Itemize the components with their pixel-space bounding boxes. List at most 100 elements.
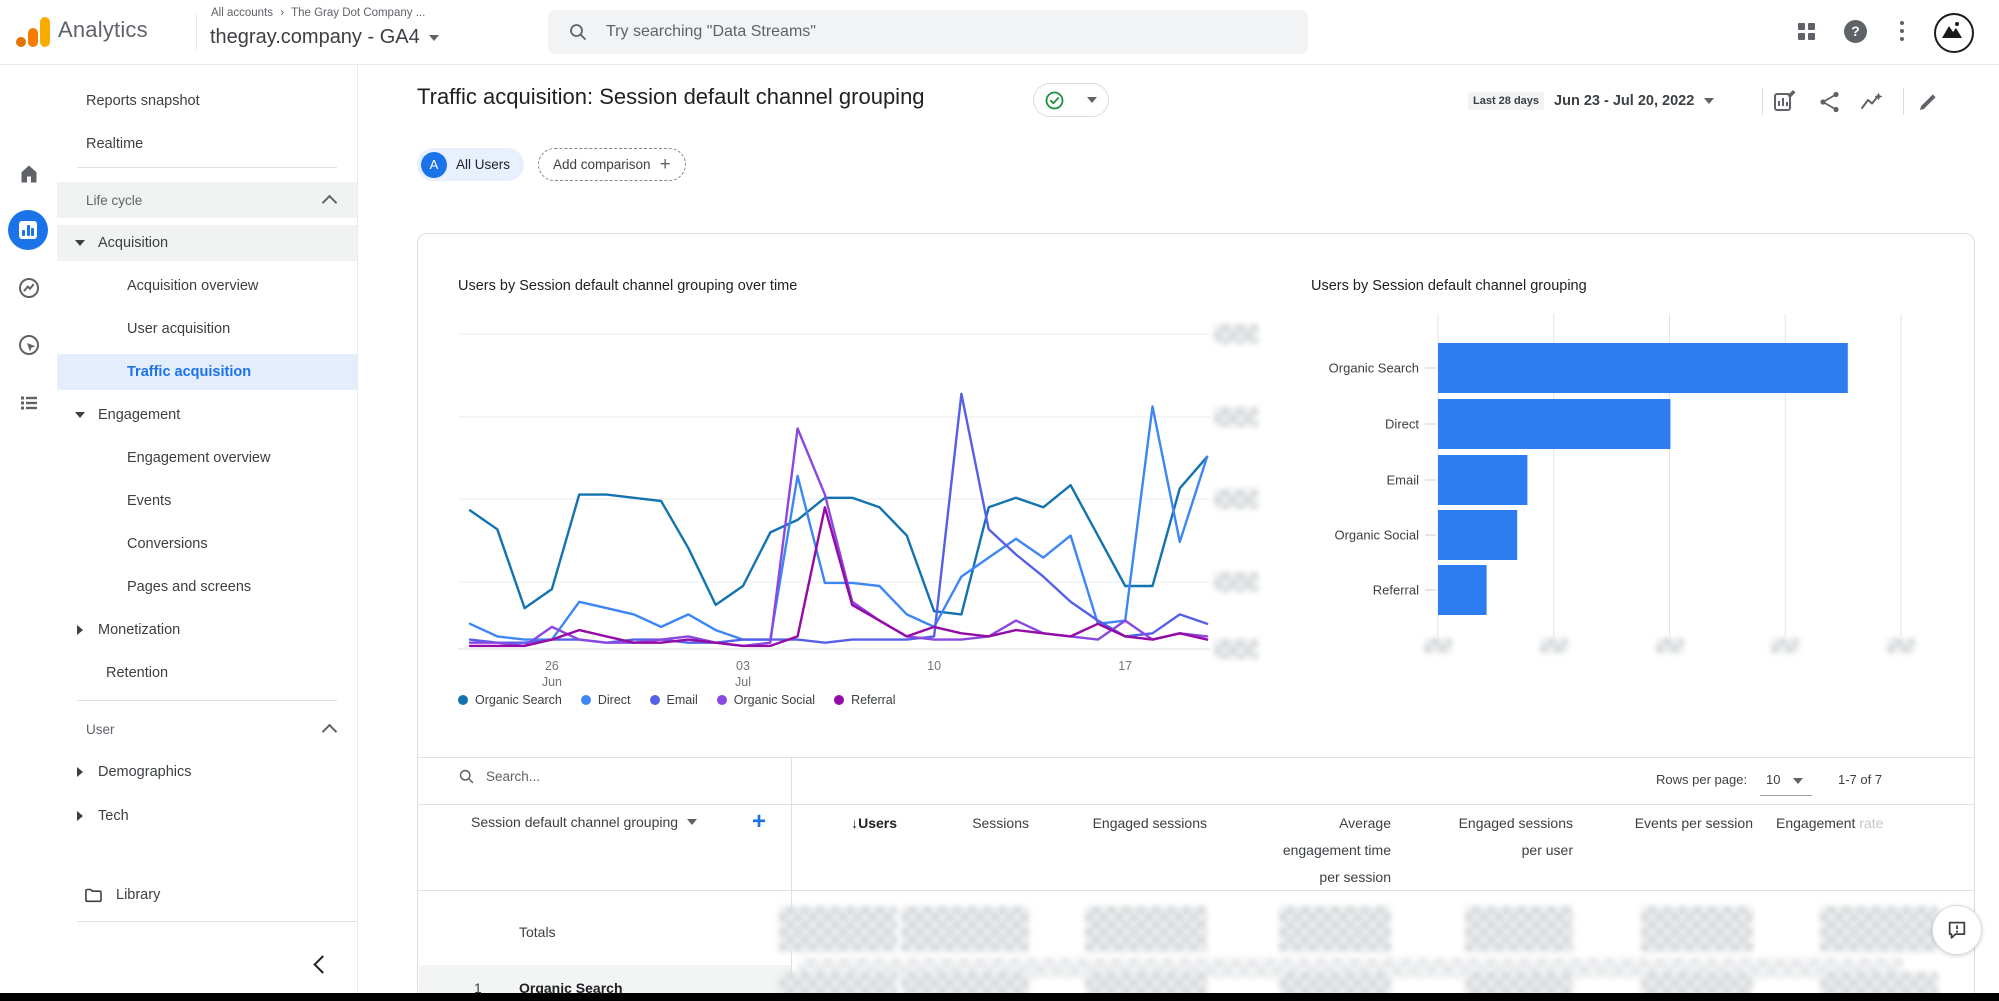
sidebar-divider bbox=[77, 921, 357, 922]
table-header-rule bbox=[418, 804, 1974, 805]
account-avatar[interactable] bbox=[1934, 13, 1974, 53]
rows-per-page-select[interactable]: 10 bbox=[1766, 772, 1780, 787]
sidebar-item-user[interactable]: User bbox=[57, 711, 357, 747]
edit-report-icon[interactable] bbox=[1915, 89, 1941, 115]
legend-dot-icon bbox=[580, 695, 591, 705]
table-search-input[interactable] bbox=[484, 768, 688, 785]
advertising-icon[interactable] bbox=[17, 333, 41, 357]
chevron-right-icon[interactable] bbox=[77, 811, 83, 821]
window-bottom-edge bbox=[0, 993, 1999, 1001]
table-column-rule bbox=[791, 757, 792, 1000]
svg-text:Organic Social: Organic Social bbox=[1334, 528, 1419, 543]
sidebar-item-acquisition[interactable]: Acquisition bbox=[57, 225, 357, 261]
search-icon bbox=[459, 769, 474, 784]
sidebar-item-monetization[interactable]: Monetization bbox=[57, 612, 357, 648]
x-tick: 10 bbox=[927, 659, 942, 673]
chevron-right-icon[interactable] bbox=[77, 767, 83, 777]
sidebar-item-conversions[interactable]: Conversions bbox=[57, 526, 357, 562]
sidebar-item-engagement-overview[interactable]: Engagement overview bbox=[57, 440, 357, 476]
sidebar-item-events[interactable]: Events bbox=[57, 483, 357, 519]
sidebar-item-reports-snapshot[interactable]: Reports snapshot bbox=[57, 83, 357, 119]
feedback-icon bbox=[1948, 921, 1966, 939]
plus-icon: + bbox=[659, 154, 671, 175]
rows-per-page-label: Rows per page: bbox=[1656, 772, 1748, 787]
comparison-label: All Users bbox=[456, 157, 511, 172]
sidebar-item-pages-and-screens[interactable]: Pages and screens bbox=[57, 569, 357, 605]
legend-dot-icon bbox=[716, 695, 727, 705]
sidebar-item-acquisition-overview[interactable]: Acquisition overview bbox=[57, 268, 357, 304]
add-comparison-button[interactable]: Add comparison + bbox=[538, 148, 686, 181]
column-header-events-per-session[interactable]: Events per session bbox=[1503, 810, 1753, 837]
sidebar-item-library[interactable]: Library bbox=[57, 876, 357, 914]
ga4-application: Analytics All accounts › The Gray Dot Co… bbox=[0, 0, 1999, 1001]
search-input[interactable] bbox=[604, 22, 1248, 42]
chevron-up-icon[interactable] bbox=[321, 723, 338, 740]
sidebar-divider bbox=[77, 167, 337, 168]
select-underline bbox=[1760, 795, 1812, 796]
report-card: Users by Session default channel groupin… bbox=[417, 233, 1975, 1001]
report-status-pill[interactable] bbox=[1033, 83, 1109, 117]
legend-dot-icon bbox=[458, 695, 468, 705]
column-header-average-engagement-time-per-session[interactable]: per session bbox=[1141, 864, 1391, 891]
line-chart[interactable] bbox=[418, 234, 1248, 704]
date-range-selector[interactable]: Last 28 days Jun 23 - Jul 20, 2022 bbox=[1468, 92, 1715, 110]
column-header-engaged-sessions-per-user[interactable]: per user bbox=[1323, 837, 1573, 864]
explore-icon[interactable] bbox=[17, 276, 41, 300]
sidebar-item-tech[interactable]: Tech bbox=[57, 798, 357, 834]
redacted-axis-label bbox=[1214, 324, 1258, 344]
sidebar-item-engagement[interactable]: Engagement bbox=[57, 397, 357, 433]
redacted-axis-label bbox=[1214, 489, 1258, 509]
share-icon[interactable] bbox=[1817, 89, 1843, 115]
bar-chart[interactable]: Organic Search Direct Email Organic Social R… bbox=[1298, 234, 1975, 704]
x-tick: 17 bbox=[1118, 659, 1133, 673]
legend-item-referral[interactable]: Referral bbox=[834, 693, 896, 707]
help-icon[interactable]: ? bbox=[1844, 20, 1867, 43]
global-search-bar[interactable] bbox=[548, 10, 1308, 54]
redacted-cell-value bbox=[901, 906, 1029, 952]
column-header-engagement-rate[interactable]: Engagement rate bbox=[1776, 810, 1974, 837]
legend-item-organic-social[interactable]: Organic Social bbox=[716, 693, 815, 707]
pagination-range: 1-7 of 7 bbox=[1838, 772, 1883, 787]
sidebar-item-demographics[interactable]: Demographics bbox=[57, 754, 357, 790]
redacted-cell-value bbox=[1641, 906, 1753, 952]
sidebar-item-retention[interactable]: Retention bbox=[57, 655, 357, 691]
analytics-logo-icon[interactable] bbox=[16, 16, 50, 48]
chevron-down-icon[interactable] bbox=[75, 240, 85, 246]
svg-text:Organic Search: Organic Search bbox=[1329, 361, 1419, 376]
kebab-menu-icon[interactable] bbox=[1900, 21, 1904, 43]
library-label: Library bbox=[116, 887, 161, 903]
apps-grid-icon[interactable] bbox=[1798, 23, 1815, 40]
date-range-value: Jun 23 - Jul 20, 2022 bbox=[1554, 93, 1695, 109]
insights-icon[interactable] bbox=[1859, 89, 1885, 115]
chevron-down-icon bbox=[428, 34, 439, 41]
date-preset-badge: Last 28 days bbox=[1468, 92, 1545, 110]
legend-item-direct[interactable]: Direct bbox=[580, 693, 631, 707]
sidebar-item-traffic-acquisition[interactable]: Traffic acquisition bbox=[57, 354, 357, 390]
property-selector[interactable]: thegray.company - GA4 bbox=[210, 26, 439, 49]
reports-icon[interactable] bbox=[8, 210, 48, 250]
chevron-up-icon[interactable] bbox=[321, 194, 338, 211]
redacted-axis-label bbox=[1771, 638, 1799, 653]
collapse-sidebar-button[interactable] bbox=[313, 955, 332, 974]
feedback-button[interactable] bbox=[1932, 905, 1982, 955]
sidebar-item-realtime[interactable]: Realtime bbox=[57, 126, 357, 162]
all-users-chip[interactable]: A All Users bbox=[417, 148, 525, 181]
check-circle-icon bbox=[1045, 91, 1064, 109]
breadcrumb[interactable]: All accounts › The Gray Dot Company ... bbox=[211, 7, 425, 19]
legend-item-organic-search[interactable]: Organic Search bbox=[458, 693, 562, 707]
sidebar-item-user-acquisition[interactable]: User acquisition bbox=[57, 311, 357, 347]
search-icon bbox=[570, 24, 586, 40]
header-separator bbox=[1903, 88, 1904, 115]
chevron-right-icon[interactable] bbox=[77, 625, 83, 635]
svg-text:Direct: Direct bbox=[1385, 417, 1419, 432]
sidebar-item-life-cycle[interactable]: Life cycle bbox=[57, 182, 357, 218]
chevron-down-icon[interactable] bbox=[1793, 778, 1803, 784]
configure-icon[interactable] bbox=[17, 390, 41, 414]
table-search[interactable] bbox=[458, 768, 688, 785]
x-tick: 03 Jul bbox=[735, 659, 751, 689]
customize-report-icon[interactable] bbox=[1772, 89, 1798, 115]
legend-item-email[interactable]: Email bbox=[649, 693, 698, 707]
redacted-cell-value bbox=[1085, 906, 1207, 952]
chevron-down-icon[interactable] bbox=[75, 412, 85, 418]
home-icon[interactable] bbox=[17, 162, 41, 186]
